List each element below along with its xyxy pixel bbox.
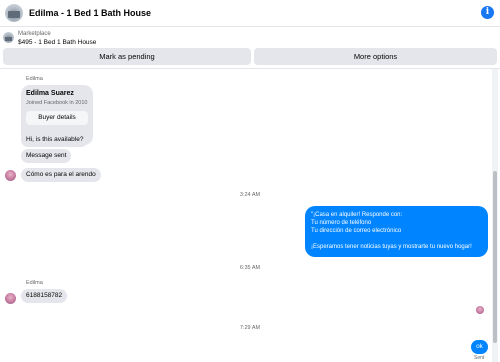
conversation-header: Edilma - 1 Bed 1 Bath House i xyxy=(0,0,500,27)
timestamp: 6:35 AM xyxy=(239,265,261,271)
sender-label: Edilma xyxy=(26,280,43,286)
sender-label: Edilma xyxy=(26,76,43,82)
incoming-message: 6188158782 xyxy=(21,289,68,303)
sent-status: Sent xyxy=(474,355,485,361)
outgoing-message: ok xyxy=(471,340,488,354)
outgoing-line: Tu dirección de correo electrónico xyxy=(311,228,402,234)
info-icon[interactable]: i xyxy=(481,6,494,19)
listing-source: Marketplace xyxy=(18,31,51,37)
incoming-message: Hi, is this available? xyxy=(21,133,89,147)
outgoing-message: "¡Casa en alquiler! Responde con: Tu núm… xyxy=(305,206,488,257)
message-thread[interactable]: Edilma Edilma Suarez Joined Facebook in … xyxy=(0,68,500,362)
listing-thumbnail xyxy=(3,32,14,43)
seen-avatar xyxy=(476,306,484,314)
incoming-message: Cómo es para el arendo xyxy=(21,168,101,182)
outgoing-line: ¡Esperamos tener noticias tuyas y mostra… xyxy=(311,244,472,250)
incoming-message: Message sent xyxy=(21,149,72,163)
outgoing-line: Tu número de teléfono xyxy=(311,220,372,226)
listing-name: $495 - 1 Bed 1 Bath House xyxy=(18,39,97,46)
sender-avatar[interactable] xyxy=(5,293,16,304)
scrollbar[interactable] xyxy=(492,69,498,362)
more-options-button[interactable]: More options xyxy=(254,48,497,65)
buyer-details-button[interactable]: Buyer details xyxy=(26,111,88,125)
scrollbar-thumb[interactable] xyxy=(493,171,497,343)
listing-summary[interactable]: Marketplace $495 - 1 Bed 1 Bath House xyxy=(0,28,500,48)
mark-as-pending-button[interactable]: Mark as pending xyxy=(3,48,251,65)
listing-avatar[interactable] xyxy=(5,4,23,22)
timestamp: 3:24 AM xyxy=(239,192,261,198)
buyer-joined: Joined Facebook in 2010 xyxy=(26,100,88,106)
sender-avatar[interactable] xyxy=(5,170,16,181)
timestamp: 7:29 AM xyxy=(239,325,261,331)
buyer-name: Edilma Suarez xyxy=(26,90,74,97)
conversation-title[interactable]: Edilma - 1 Bed 1 Bath House xyxy=(29,8,151,18)
outgoing-line: "¡Casa en alquiler! Responde con: xyxy=(311,212,403,218)
